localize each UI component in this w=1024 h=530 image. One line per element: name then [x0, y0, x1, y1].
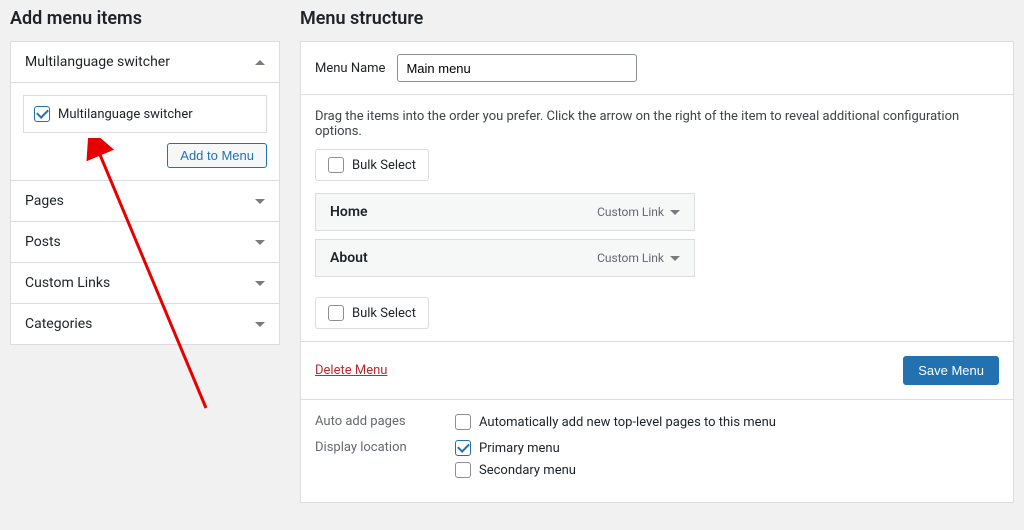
- menu-name-row: Menu Name: [301, 42, 1013, 95]
- bulk-select-top-checkbox[interactable]: [328, 157, 344, 173]
- multilanguage-switcher-item: Multilanguage switcher: [23, 95, 267, 133]
- auto-add-label: Auto add pages: [315, 414, 455, 430]
- menu-item-about[interactable]: About Custom Link: [315, 239, 695, 277]
- panel-custom-links[interactable]: Custom Links: [11, 263, 279, 304]
- delete-menu-link[interactable]: Delete Menu: [315, 363, 387, 378]
- instruction-text: Drag the items into the order you prefer…: [301, 95, 1013, 149]
- menu-name-label: Menu Name: [315, 61, 385, 76]
- menu-structure-box: Menu Name Drag the items into the order …: [300, 41, 1014, 503]
- primary-menu-checkbox[interactable]: [455, 440, 471, 456]
- bulk-select-bottom-button[interactable]: Bulk Select: [315, 297, 429, 329]
- bulk-select-label: Bulk Select: [352, 158, 416, 173]
- chevron-down-icon[interactable]: [670, 210, 680, 215]
- accordion: Multilanguage switcher Multilanguage swi…: [10, 41, 280, 345]
- menu-item-title: About: [330, 250, 368, 266]
- add-to-menu-button[interactable]: Add to Menu: [167, 143, 267, 168]
- panel-title: Multilanguage switcher: [25, 54, 170, 70]
- panel-multilanguage-switcher[interactable]: Multilanguage switcher: [11, 42, 279, 83]
- chevron-down-icon: [255, 199, 265, 204]
- auto-add-checkbox[interactable]: [455, 414, 471, 430]
- add-items-heading: Add menu items: [10, 8, 280, 29]
- panel-posts[interactable]: Posts: [11, 222, 279, 263]
- chevron-up-icon: [255, 60, 265, 65]
- menu-item-type: Custom Link: [597, 251, 680, 265]
- save-menu-button[interactable]: Save Menu: [903, 356, 999, 385]
- footer-row: Delete Menu Save Menu: [301, 341, 1013, 399]
- chevron-down-icon: [255, 240, 265, 245]
- menu-item-type: Custom Link: [597, 205, 680, 219]
- menu-items-list: Home Custom Link About Custom Link: [301, 193, 1013, 297]
- bulk-select-bottom-checkbox[interactable]: [328, 305, 344, 321]
- secondary-menu-label[interactable]: Secondary menu: [479, 463, 576, 478]
- panel-title: Categories: [25, 316, 92, 332]
- multilanguage-switcher-checkbox[interactable]: [34, 106, 50, 122]
- menu-settings: Auto add pages Automatically add new top…: [301, 399, 1013, 502]
- primary-menu-label[interactable]: Primary menu: [479, 441, 560, 456]
- panel-title: Posts: [25, 234, 61, 250]
- panel-categories[interactable]: Categories: [11, 304, 279, 344]
- panel-pages[interactable]: Pages: [11, 181, 279, 222]
- chevron-down-icon[interactable]: [670, 256, 680, 261]
- menu-structure-heading: Menu structure: [300, 8, 1014, 29]
- panel-title: Custom Links: [25, 275, 110, 291]
- panel-title: Pages: [25, 193, 64, 209]
- multilanguage-switcher-label[interactable]: Multilanguage switcher: [58, 107, 193, 122]
- secondary-menu-checkbox[interactable]: [455, 462, 471, 478]
- bulk-select-top-button[interactable]: Bulk Select: [315, 149, 429, 181]
- panel-multilanguage-body: Multilanguage switcher Add to Menu: [11, 83, 279, 181]
- bulk-select-label: Bulk Select: [352, 306, 416, 321]
- chevron-down-icon: [255, 322, 265, 327]
- display-location-label: Display location: [315, 440, 455, 478]
- menu-item-home[interactable]: Home Custom Link: [315, 193, 695, 231]
- menu-item-title: Home: [330, 204, 368, 220]
- auto-add-option-label[interactable]: Automatically add new top-level pages to…: [479, 415, 776, 430]
- chevron-down-icon: [255, 281, 265, 286]
- menu-name-input[interactable]: [397, 54, 637, 82]
